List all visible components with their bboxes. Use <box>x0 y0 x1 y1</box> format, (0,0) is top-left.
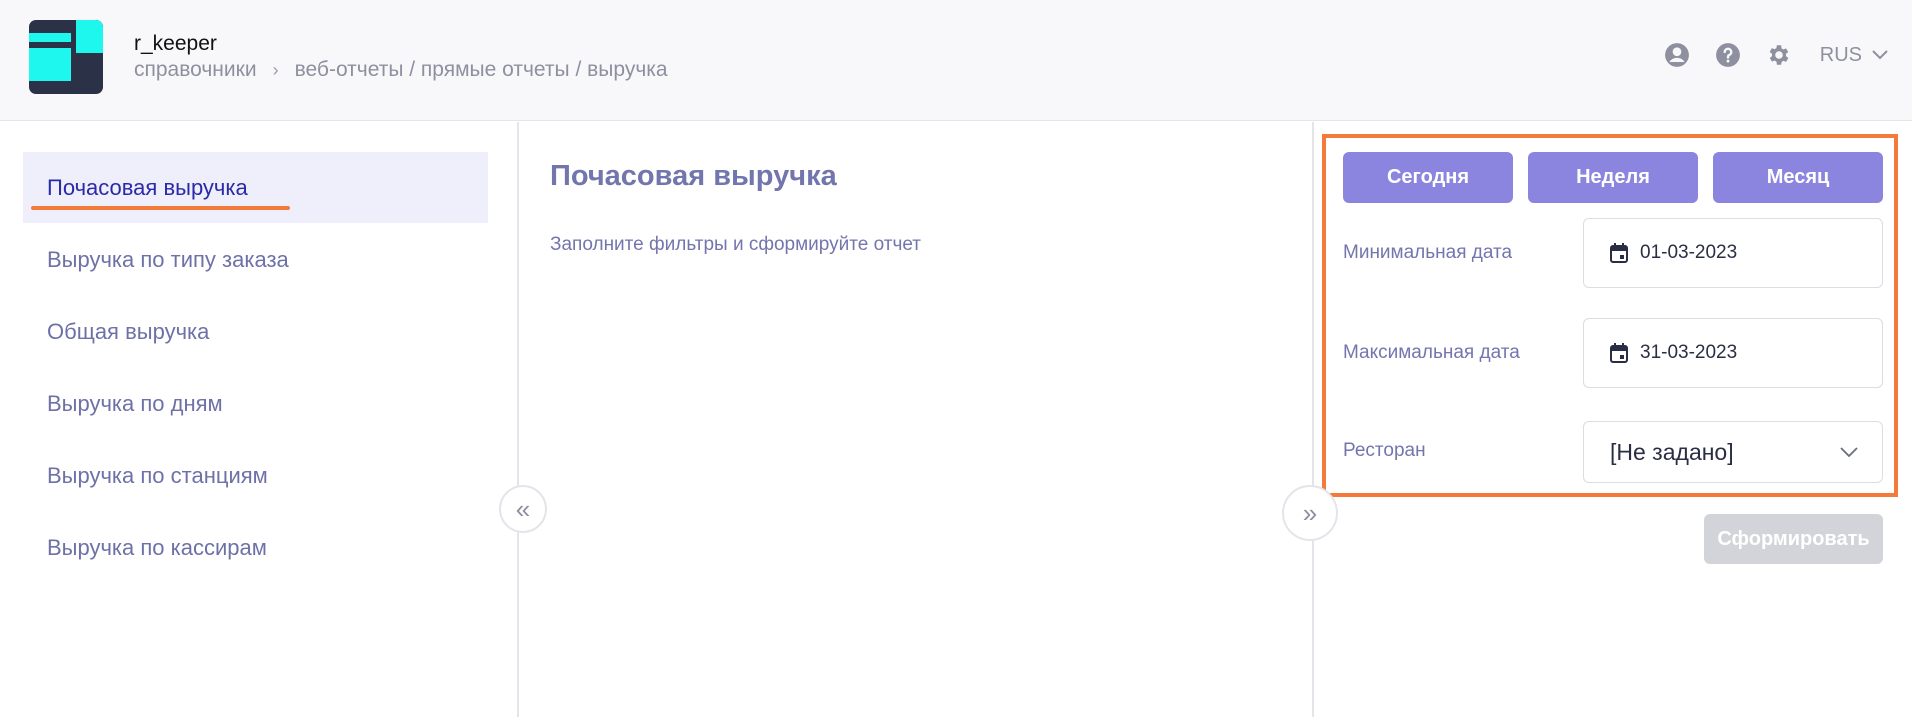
sidebar-item-revenue-by-order-type[interactable]: Выручка по типу заказа <box>23 224 488 295</box>
app-header: r_keeper справочники › веб-отчеты / прям… <box>0 0 1912 121</box>
breadcrumb-path: веб-отчеты / прямые отчеты / выручка <box>294 58 668 81</box>
breadcrumb-root[interactable]: справочники <box>134 58 257 82</box>
month-button[interactable]: Месяц <box>1713 152 1883 203</box>
active-item-underline <box>31 206 290 210</box>
filter-panel <box>1312 122 1912 717</box>
sidebar-item-revenue-by-cashiers[interactable]: Выручка по кассирам <box>23 512 488 583</box>
max-date-value: 31-03-2023 <box>1640 342 1738 363</box>
breadcrumb: справочники › веб-отчеты / прямые отчеты… <box>134 58 668 82</box>
breadcrumb-separator: › <box>272 59 279 80</box>
chevron-down-icon <box>1840 447 1858 457</box>
language-selector[interactable]: RUS <box>1820 44 1888 67</box>
restaurant-select-value: [Не задано] <box>1610 438 1734 465</box>
sidebar-item-total-revenue[interactable]: Общая выручка <box>23 296 488 367</box>
week-button[interactable]: Неделя <box>1528 152 1698 203</box>
empty-state-hint: Заполните фильтры и сформируйте отчет <box>550 234 921 255</box>
user-circle-icon[interactable] <box>1664 42 1690 68</box>
min-date-field[interactable]: 01-03-2023 <box>1583 218 1883 288</box>
sidebar-item-revenue-by-days[interactable]: Выручка по дням <box>23 368 488 439</box>
sidebar-item-revenue-by-stations[interactable]: Выручка по станциям <box>23 440 488 511</box>
app-name: r_keeper <box>134 32 217 55</box>
collapse-sidebar-button[interactable]: « <box>499 485 547 533</box>
sidebar-item-hourly-revenue[interactable]: Почасовая выручка <box>23 152 488 223</box>
restaurant-select[interactable]: [Не задано] <box>1583 421 1883 483</box>
generate-report-button[interactable]: Сформировать <box>1704 514 1883 564</box>
gear-icon[interactable] <box>1766 42 1792 68</box>
chevron-down-icon <box>1872 50 1888 60</box>
min-date-value: 01-03-2023 <box>1640 242 1738 263</box>
page-title: Почасовая выручка <box>550 160 837 192</box>
calendar-icon <box>1610 343 1628 363</box>
help-circle-icon[interactable] <box>1715 42 1741 68</box>
today-button[interactable]: Сегодня <box>1343 152 1513 203</box>
restaurant-label: Ресторан <box>1343 440 1426 461</box>
language-label: RUS <box>1819 43 1862 66</box>
min-date-label: Минимальная дата <box>1343 242 1513 263</box>
report-main: Почасовая выручка Заполните фильтры и сф… <box>521 122 1312 717</box>
calendar-icon <box>1610 243 1628 263</box>
collapse-filters-button[interactable]: » <box>1282 485 1338 541</box>
app-logo[interactable] <box>29 20 103 94</box>
header-actions: RUS <box>1639 42 1888 68</box>
max-date-field[interactable]: 31-03-2023 <box>1583 318 1883 388</box>
max-date-label: Максимальная дата <box>1343 342 1520 363</box>
